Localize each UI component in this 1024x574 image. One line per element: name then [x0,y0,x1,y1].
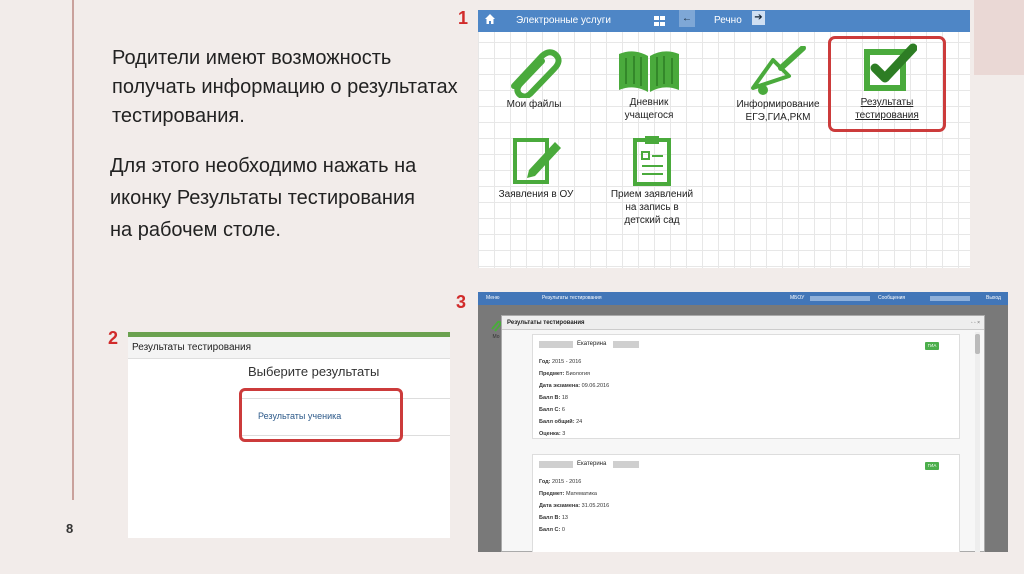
field-value: 2015 - 2016 [552,479,582,485]
result-row: Предмет: Биология [539,371,590,377]
results-dialog-screenshot: Результаты тестирования Выберите результ… [128,332,450,538]
tile-label: Мои файлы [506,99,562,110]
result-row: Балл В: 13 [539,515,568,521]
field-value: Математика [565,491,597,497]
tile-kindergarten[interactable]: Прием заявлений на запись в детский сад [606,134,698,227]
result-row: Предмет: Математика [539,491,597,497]
tile-label: Дневник учащегося [624,97,674,121]
logout-link[interactable]: Выход [986,295,1001,301]
home-icon[interactable] [485,14,495,24]
redacted-surname [539,341,573,348]
desktop-screenshot: Электронные услуги ← Речно ➔ Мои файлы Д… [478,10,970,268]
field-label: Балл С: [539,527,561,533]
tile-label: Информирование ЕГЭ,ГИА,РКМ [736,99,820,123]
student-name: Екатерина [577,461,607,467]
field-label: Год: [539,359,551,365]
redacted-school-name [810,296,870,301]
field-value: Биология [565,371,590,377]
choose-results-heading: Выберите результаты [248,364,380,379]
tile-informing[interactable]: Информирование ЕГЭ,ГИА,РКМ [722,46,834,124]
topbar-title[interactable]: Электронные услуги [516,15,611,26]
field-value: 18 [561,395,568,401]
forward-arrow-icon[interactable]: ➔ [752,11,765,25]
pencil-doc-icon [513,138,561,184]
field-label: Балл общий: [539,419,575,425]
result-card: Екатерина ГИА Год: 2015 - 2016 Предмет: … [532,334,960,439]
result-row: Балл общий: 24 [539,419,582,425]
scrollbar[interactable] [975,332,980,552]
field-label: Предмет: [539,491,565,497]
messages-link[interactable]: Сообщения [878,295,905,301]
tile-highlight-frame [828,36,946,132]
field-value: 24 [576,419,583,425]
result-row: Балл В: 18 [539,395,568,401]
result-row: Год: 2015 - 2016 [539,479,581,485]
app-topbar: Меню Результаты тестирования МБОУ Сообще… [478,292,1008,305]
results-list-screenshot: Меню Результаты тестирования МБОУ Сообще… [478,292,1008,552]
result-row: Год: 2015 - 2016 [539,359,581,365]
result-row: Дата экзамена: 09.06.2016 [539,383,609,389]
grid-icon[interactable] [654,16,665,26]
field-value: 0 [561,527,565,533]
tile-my-files[interactable]: Мои файлы [496,46,572,111]
slide-main-text: Родители имеют возможность получать инфо… [112,47,458,127]
scrollbar-thumb[interactable] [975,334,980,354]
dialog-header: Результаты тестирования [128,337,450,359]
desktop-topbar: Электронные услуги ← Речно ➔ [478,10,970,32]
result-row: Дата экзамена: 31.05.2016 [539,503,609,509]
book-icon [619,51,679,92]
field-label: Дата экзамена: [539,383,581,389]
field-label: Год: [539,479,551,485]
field-value: 3 [562,431,566,437]
bell-icon [751,46,806,95]
tile-applications[interactable]: Заявления в ОУ [494,134,578,201]
field-value: 31.05.2016 [581,503,610,509]
paperclip-icon [511,49,562,98]
page-number: 8 [66,521,74,536]
field-value: 2015 - 2016 [552,359,582,365]
exam-type-badge: ГИА [925,342,939,350]
vertical-divider [72,0,74,500]
result-row: Балл С: 6 [539,407,565,413]
step-3-label: 3 [456,292,467,312]
field-label: Дата экзамена: [539,503,581,509]
step-1-label: 1 [458,8,469,28]
clipboard-icon [633,136,671,186]
student-name: Екатерина [577,341,607,347]
field-label: Балл В: [539,515,561,521]
step-2-label: 2 [108,328,119,348]
results-dialog: Результаты тестирования ◦ ◦ × Екатерина … [501,315,985,552]
tile-label: Заявления в ОУ [498,189,574,200]
field-label: Оценка: [539,431,561,437]
tile-label: Прием заявлений на запись в детский сад [610,189,694,226]
school-selector[interactable]: МБОУ [790,295,804,301]
field-value: 6 [561,407,565,413]
results-dialog-title: Результаты тестирования [502,316,984,330]
field-value: 13 [561,515,568,521]
topbar-tab[interactable]: Речно [714,15,742,26]
breadcrumb: Результаты тестирования [542,295,602,301]
window-controls[interactable]: ◦ ◦ × [971,320,980,326]
field-value: 09.06.2016 [581,383,610,389]
corner-decoration [974,0,1024,75]
tile-diary[interactable]: Дневник учащегося [606,46,692,122]
field-label: Балл В: [539,395,561,401]
back-arrow-icon[interactable]: ← [679,10,695,27]
exam-type-badge: ГИА [925,462,939,470]
link-highlight-frame [239,388,403,442]
redacted-surname [539,461,573,468]
result-row: Оценка: 3 [539,431,565,437]
field-label: Предмет: [539,371,565,377]
slide-instruction-text: Для этого необходимо нажать на иконку Ре… [110,155,417,241]
redacted-user-name [930,296,970,301]
result-row: Балл С: 0 [539,527,565,533]
redacted-patronymic [613,341,639,348]
redacted-patronymic [613,461,639,468]
field-label: Балл С: [539,407,561,413]
result-card: Екатерина ГИА Год: 2015 - 2016 Предмет: … [532,454,960,552]
menu-button[interactable]: Меню [486,295,500,301]
